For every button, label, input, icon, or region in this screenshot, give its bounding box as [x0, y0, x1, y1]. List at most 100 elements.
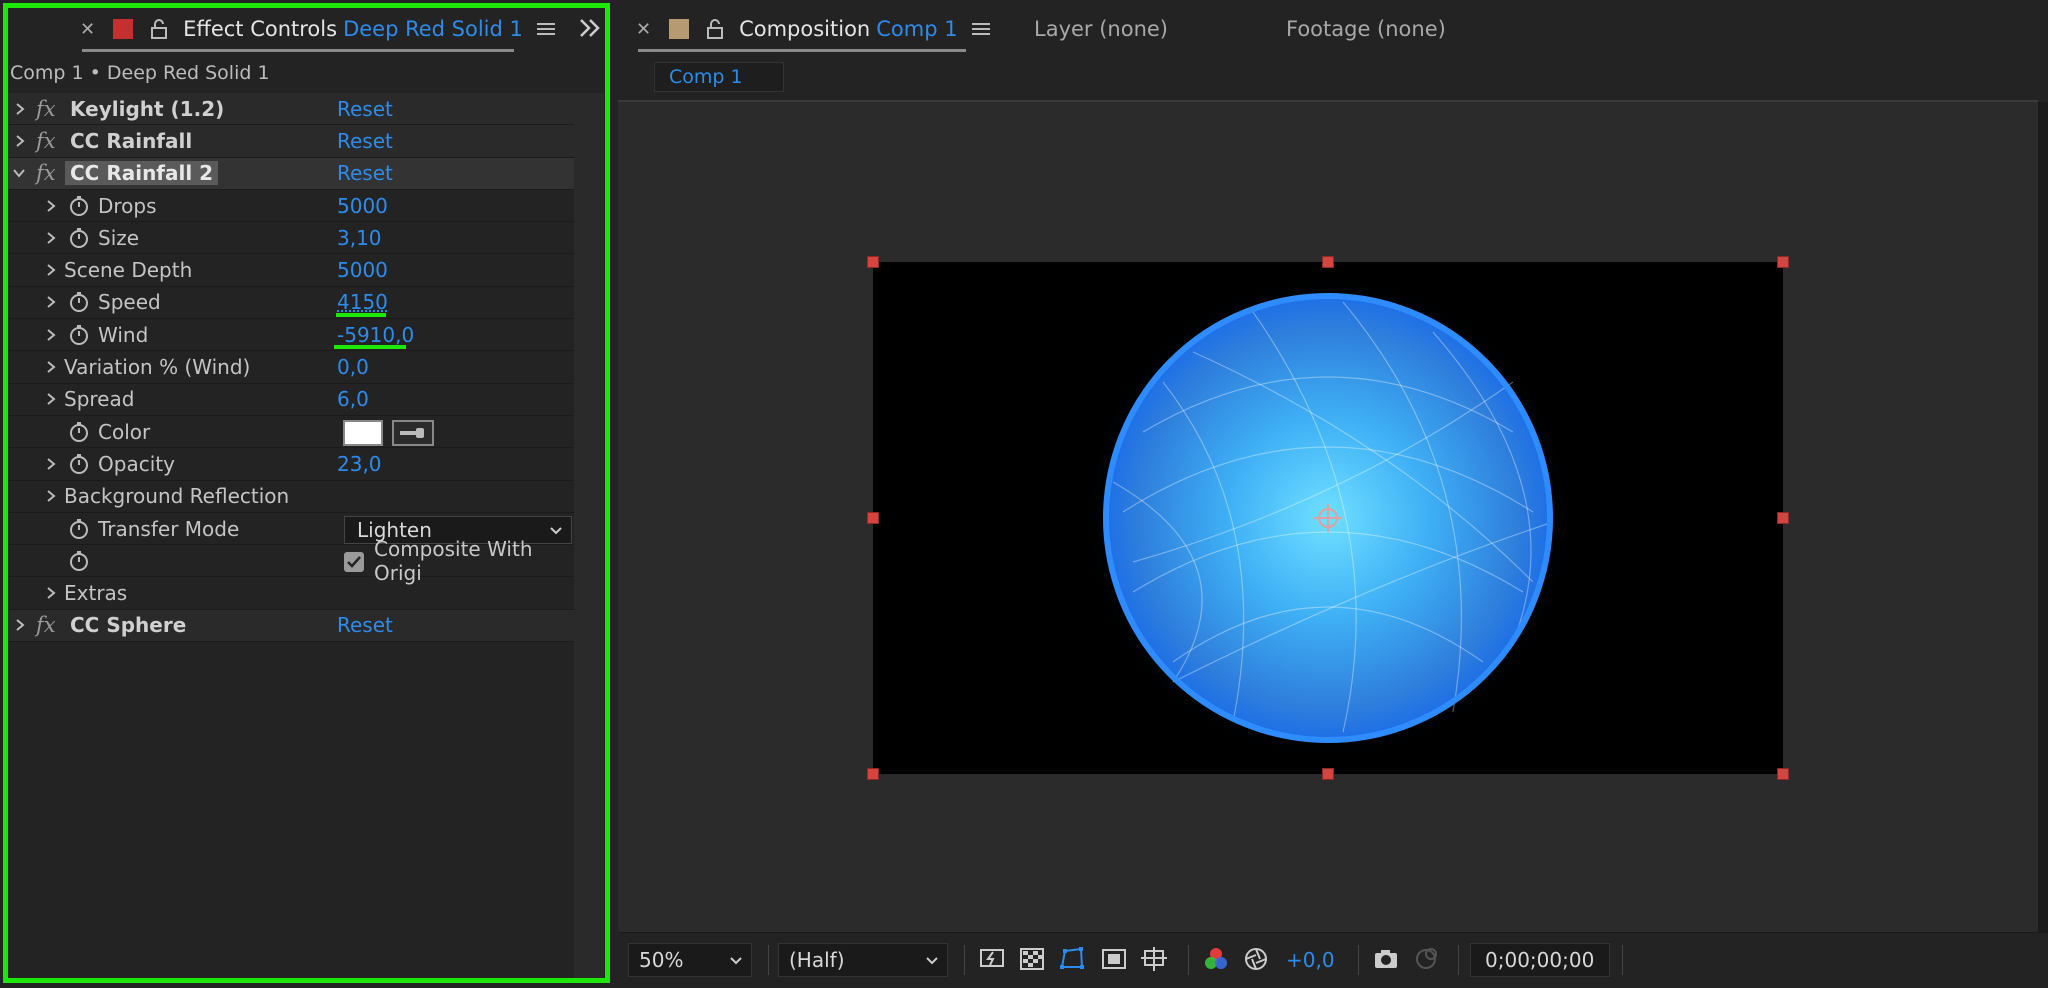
exposure-value[interactable]: +0,0	[1286, 948, 1335, 972]
stopwatch-icon[interactable]	[68, 550, 90, 572]
mask-path-visibility-icon[interactable]	[1058, 945, 1086, 973]
chevron-right-icon[interactable]	[44, 489, 58, 503]
prop-row-spread[interactable]: Spread 6,0	[8, 384, 574, 416]
chevron-right-icon[interactable]	[44, 586, 58, 600]
prop-row-wind[interactable]: Wind -5910,0	[8, 319, 574, 352]
reset-link[interactable]: Reset	[337, 97, 393, 121]
reset-link[interactable]: Reset	[337, 129, 393, 153]
close-icon[interactable]: ✕	[80, 19, 95, 40]
prop-value[interactable]: 23,0	[337, 452, 382, 476]
chevron-right-icon[interactable]	[44, 392, 58, 406]
eyedropper-button[interactable]	[392, 419, 434, 446]
effect-controls-panel: ✕ Effect Controls Deep Red Solid 1 Comp …	[0, 0, 614, 988]
layer-handle-bottom-left[interactable]	[867, 768, 879, 780]
close-icon[interactable]: ✕	[636, 19, 651, 40]
layer-handle-top-left[interactable]	[867, 256, 879, 268]
fast-previews-icon[interactable]	[978, 945, 1006, 973]
composite-checkbox[interactable]	[344, 552, 364, 573]
prop-row-extras[interactable]: Extras	[8, 577, 574, 610]
fx-icon[interactable]: fx	[36, 97, 56, 121]
prop-row-scene-depth[interactable]: Scene Depth 5000	[8, 254, 574, 287]
fx-icon[interactable]: fx	[36, 161, 56, 185]
reset-link[interactable]: Reset	[337, 613, 393, 637]
prop-value[interactable]: 0,0	[337, 355, 369, 379]
expand-panels-icon[interactable]	[578, 14, 602, 42]
layer-handle-middle-right[interactable]	[1777, 512, 1789, 524]
stopwatch-icon[interactable]	[68, 291, 90, 313]
prop-label: Scene Depth	[64, 258, 193, 283]
composition-canvas[interactable]	[873, 262, 1783, 774]
fx-icon[interactable]: fx	[36, 129, 56, 153]
prop-value[interactable]: -5910,0	[337, 323, 414, 347]
prop-value[interactable]: 5000	[337, 194, 388, 218]
chevron-right-icon[interactable]	[13, 618, 27, 632]
reset-link[interactable]: Reset	[337, 161, 393, 185]
snapshot-camera-icon[interactable]	[1372, 945, 1400, 973]
layer-handle-top-center[interactable]	[1322, 256, 1334, 268]
chevron-right-icon[interactable]	[44, 328, 58, 342]
chevron-right-icon[interactable]	[44, 457, 58, 471]
effect-row-cc-rainfall-2[interactable]: fx CC Rainfall 2 Reset	[8, 157, 574, 190]
effect-row-keylight[interactable]: fx Keylight (1.2) Reset	[8, 93, 574, 126]
region-of-interest-icon[interactable]	[1100, 945, 1128, 973]
channel-rgb-icon[interactable]	[1202, 945, 1230, 973]
prop-value[interactable]: 6,0	[337, 387, 369, 411]
prop-row-drops[interactable]: Drops 5000	[8, 190, 574, 223]
unlock-icon[interactable]	[149, 19, 169, 39]
chevron-right-icon[interactable]	[44, 263, 58, 277]
grid-guides-icon[interactable]	[1140, 945, 1168, 973]
comp-color-swatch	[669, 19, 690, 39]
show-snapshot-icon[interactable]	[1412, 945, 1440, 973]
tab-footage[interactable]: Footage (none)	[1286, 0, 1446, 58]
transparency-grid-icon[interactable]	[1018, 945, 1046, 973]
prop-row-variation-wind[interactable]: Variation % (Wind) 0,0	[8, 351, 574, 384]
effect-row-cc-rainfall[interactable]: fx CC Rainfall Reset	[8, 125, 574, 158]
prop-label: Background Reflection	[64, 484, 290, 509]
layer-handle-bottom-right[interactable]	[1777, 768, 1789, 780]
stopwatch-icon[interactable]	[68, 453, 90, 475]
prop-value[interactable]: 4150	[337, 290, 388, 314]
wind-highlight-underline	[334, 345, 406, 350]
active-tab-underline	[638, 49, 966, 52]
effect-controls-scrollbar[interactable]	[574, 93, 604, 981]
effect-row-cc-sphere[interactable]: fx CC Sphere Reset	[8, 609, 574, 643]
prop-row-color[interactable]: Color	[8, 416, 574, 449]
stopwatch-icon[interactable]	[68, 518, 90, 540]
layer-handle-bottom-center[interactable]	[1322, 768, 1334, 780]
stopwatch-icon[interactable]	[68, 195, 90, 217]
viewer-scrollbar[interactable]	[2038, 102, 2048, 932]
prop-row-size[interactable]: Size 3,10	[8, 222, 574, 255]
chevron-right-icon[interactable]	[13, 102, 27, 116]
prop-row-opacity[interactable]: Opacity 23,0	[8, 448, 574, 481]
stopwatch-icon[interactable]	[68, 227, 90, 249]
chevron-right-icon[interactable]	[13, 134, 27, 148]
tab-layer[interactable]: Layer (none)	[1034, 0, 1168, 58]
fx-icon[interactable]: fx	[36, 613, 56, 637]
prop-row-speed[interactable]: Speed 4150	[8, 287, 574, 320]
prop-value[interactable]: 5000	[337, 258, 388, 282]
panel-menu-icon[interactable]	[536, 21, 555, 37]
timecode-value: 0;00;00;00	[1485, 948, 1595, 972]
prop-label: Transfer Mode	[98, 516, 240, 541]
unlock-icon[interactable]	[705, 19, 725, 39]
chevron-right-icon[interactable]	[44, 360, 58, 374]
chevron-right-icon[interactable]	[44, 295, 58, 309]
prop-row-background-reflection[interactable]: Background Reflection	[8, 481, 574, 513]
stopwatch-icon[interactable]	[68, 324, 90, 346]
zoom-dropdown[interactable]: 50%	[628, 943, 752, 977]
exposure-reset-icon[interactable]	[1242, 945, 1270, 973]
prop-row-composite[interactable]: Composite With Origi	[8, 537, 574, 585]
color-swatch[interactable]	[343, 419, 383, 446]
stopwatch-icon[interactable]	[68, 421, 90, 443]
comp-breadcrumb-tab[interactable]: Comp 1	[654, 62, 784, 92]
chevron-right-icon[interactable]	[44, 231, 58, 245]
panel-menu-icon[interactable]	[971, 21, 990, 37]
tab-title: Composition	[739, 17, 871, 41]
layer-handle-top-right[interactable]	[1777, 256, 1789, 268]
layer-handle-middle-left[interactable]	[867, 512, 879, 524]
prop-value[interactable]: 3,10	[337, 226, 382, 250]
resolution-dropdown[interactable]: (Half)	[778, 943, 948, 977]
current-time-display[interactable]: 0;00;00;00	[1470, 943, 1610, 977]
chevron-down-icon[interactable]	[12, 166, 26, 180]
chevron-right-icon[interactable]	[44, 199, 58, 213]
